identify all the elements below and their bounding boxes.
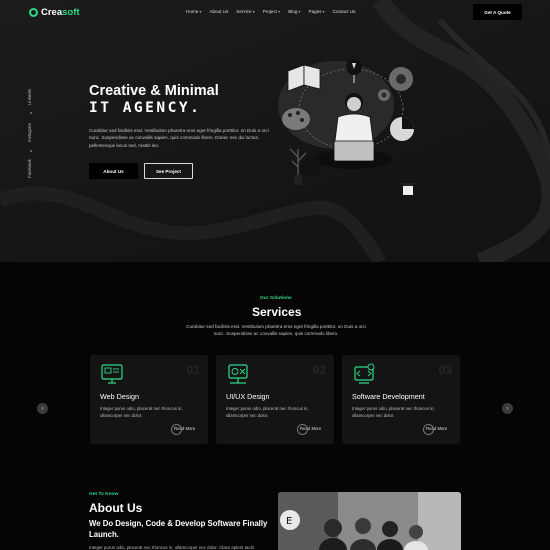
menu-item-pages[interactable]: Pages bbox=[309, 9, 325, 14]
service-card[interactable]: 03 Software Development Integer purus od… bbox=[342, 355, 460, 444]
hero-section: Creasoft Home About Us Service Project B… bbox=[0, 0, 550, 262]
social-facebook[interactable]: Facebook bbox=[27, 159, 32, 178]
menu-item-project[interactable]: Project bbox=[263, 9, 280, 14]
hero-subtitle: IT AGENCY. bbox=[89, 100, 202, 116]
brand-logo[interactable]: Creasoft bbox=[29, 7, 80, 18]
card-title: Web Design bbox=[100, 392, 140, 401]
card-number: 01 bbox=[186, 363, 200, 377]
card-description: Integer purus odio, placerat nec rhoncus… bbox=[352, 406, 435, 418]
social-linkedin[interactable]: LinkedIn bbox=[27, 89, 32, 105]
about-us-button[interactable]: About Us bbox=[89, 163, 138, 179]
read-more-link[interactable]: Read More bbox=[422, 424, 447, 435]
hero-title: Creative & Minimal bbox=[89, 83, 219, 99]
service-card[interactable]: 01 Web Design Integer purus odio, placer… bbox=[90, 355, 208, 444]
menu-item-service[interactable]: Service bbox=[236, 9, 254, 14]
services-eyebrow: Our Solutions bbox=[260, 296, 292, 301]
about-subtitle: We Do Design, Code & Develop Software Fi… bbox=[89, 519, 268, 539]
services-title: Services bbox=[252, 305, 302, 319]
main-menu: Home About Us Service Project Blog Pages… bbox=[186, 9, 355, 14]
menu-item-contact[interactable]: Contact Us bbox=[333, 9, 356, 14]
team-photo: E bbox=[278, 492, 461, 550]
service-card[interactable]: 02 UI/UX Design Integer purus odio, plac… bbox=[216, 355, 334, 444]
social-instagram[interactable]: Instagram bbox=[27, 123, 32, 142]
social-separator bbox=[30, 150, 32, 152]
card-title: UI/UX Design bbox=[226, 392, 270, 401]
card-number: 02 bbox=[312, 363, 326, 377]
svg-text:E: E bbox=[286, 516, 292, 527]
software-dev-icon bbox=[354, 363, 375, 384]
pie-chart-icon bbox=[390, 117, 414, 141]
about-eyebrow: Get To Know bbox=[89, 492, 119, 497]
ui-ux-icon bbox=[228, 364, 248, 384]
top-navbar: Creasoft Home About Us Service Project B… bbox=[0, 0, 550, 26]
palette-icon bbox=[282, 108, 310, 130]
social-separator bbox=[30, 112, 32, 114]
hero-description: Curabitur sed facilisis erat. Vestibulum… bbox=[89, 128, 269, 148]
web-design-icon bbox=[101, 364, 123, 384]
menu-item-about[interactable]: About Us bbox=[209, 9, 228, 14]
card-title: Software Development bbox=[352, 392, 425, 401]
logo-icon bbox=[29, 8, 38, 17]
get-quote-button[interactable]: Get A Quote bbox=[473, 4, 522, 20]
about-section: Get To Know About Us We Do Design, Code … bbox=[0, 482, 550, 550]
see-project-button[interactable]: See Project bbox=[144, 163, 193, 179]
card-description: Integer purus odio, placerat nec rhoncus… bbox=[226, 406, 309, 418]
carousel-next-button[interactable]: › bbox=[502, 403, 513, 414]
about-title: About Us bbox=[89, 501, 143, 515]
menu-item-home[interactable]: Home bbox=[186, 9, 201, 14]
menu-item-blog[interactable]: Blog bbox=[288, 9, 300, 14]
about-description: Integer purus odio, placerat nec rhoncus… bbox=[89, 545, 254, 550]
social-links: Facebook Instagram LinkedIn bbox=[27, 89, 37, 180]
card-description: Integer purus odio, placerat nec rhoncus… bbox=[100, 406, 183, 418]
hero-illustration bbox=[278, 59, 414, 195]
carousel-prev-button[interactable]: ‹ bbox=[37, 403, 48, 414]
coffee-cup-icon bbox=[402, 183, 414, 195]
services-description: Curabitur sed facilisis erat. Vestibulum… bbox=[186, 324, 366, 337]
read-more-link[interactable]: Read More bbox=[170, 424, 195, 435]
card-number: 03 bbox=[438, 363, 452, 377]
read-more-link[interactable]: Read More bbox=[296, 424, 321, 435]
services-section: Our Solutions Services Curabitur sed fac… bbox=[0, 262, 550, 482]
